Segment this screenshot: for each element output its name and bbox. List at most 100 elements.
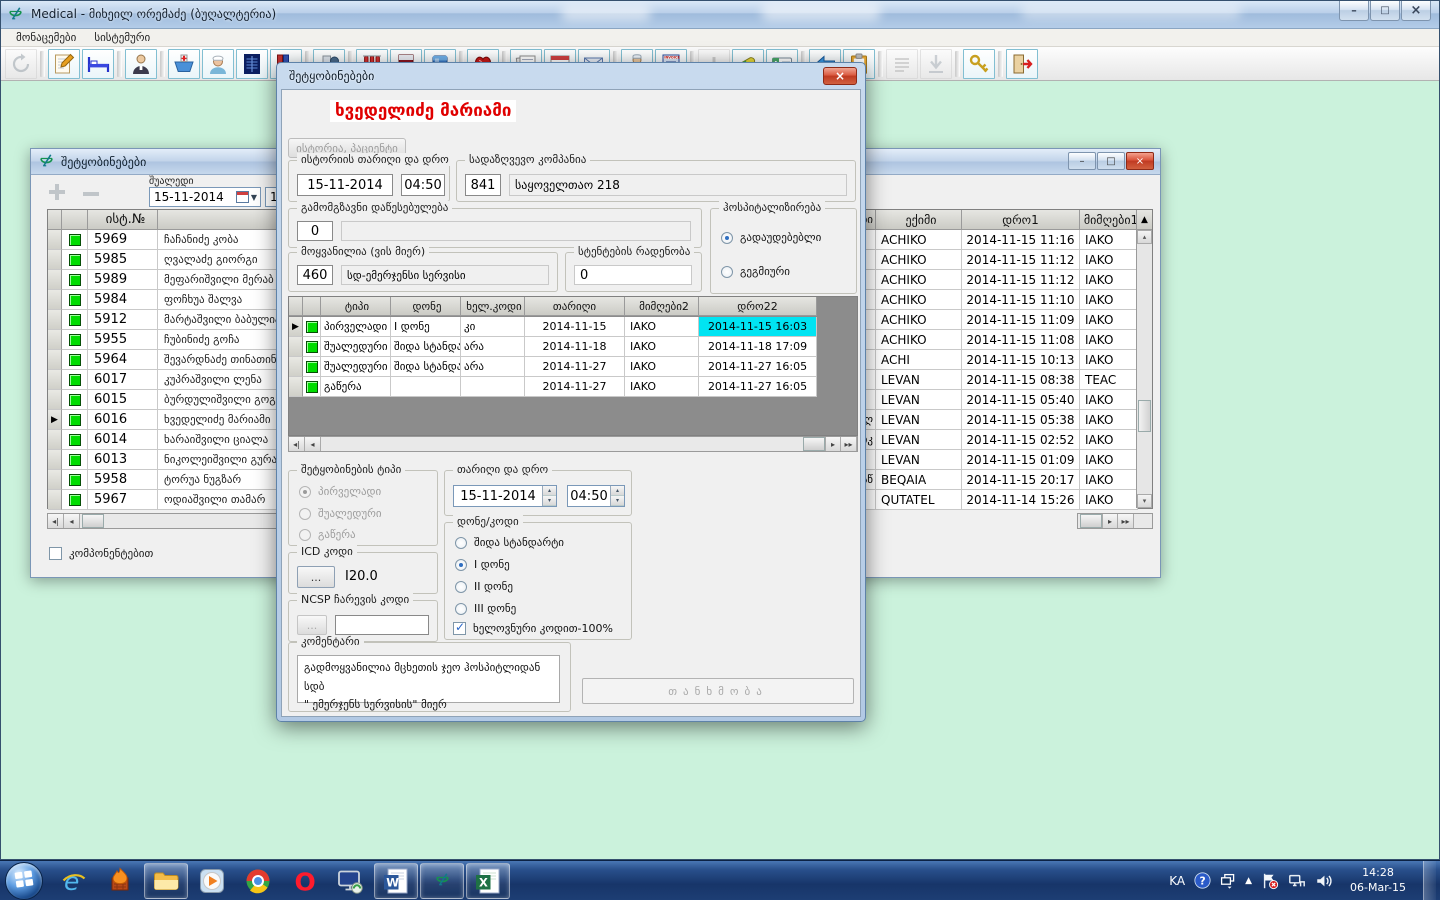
close-button[interactable] bbox=[1401, 1, 1431, 21]
sort-ascending-icon[interactable] bbox=[1137, 210, 1152, 230]
restore-button[interactable] bbox=[1370, 1, 1400, 21]
toolbar-button[interactable] bbox=[878, 51, 883, 77]
brought-by-code-field[interactable]: 460 bbox=[297, 265, 333, 285]
minimize-button[interactable] bbox=[1339, 1, 1369, 21]
radio-internal-standard[interactable]: შიდა სტანდარტი bbox=[455, 536, 564, 549]
scroll-right-icon[interactable]: ▸ bbox=[1102, 514, 1118, 528]
radio-level-3[interactable]: III დონე bbox=[455, 602, 516, 615]
manual-code-checkbox-row[interactable]: ხელოვნური კოდით-100% bbox=[453, 622, 613, 635]
horizontal-scrollbar-right[interactable]: ▸ ▸▸ bbox=[1077, 513, 1153, 529]
date-filter-input[interactable]: 15-11-2014 ▼ bbox=[149, 187, 261, 207]
prescription-icon[interactable] bbox=[48, 49, 80, 79]
language-indicator[interactable]: KA bbox=[1169, 874, 1185, 888]
ie-taskbar-icon[interactable]: e bbox=[52, 863, 96, 899]
radio-level-2[interactable]: II დონე bbox=[455, 580, 513, 593]
firewall-taskbar-icon[interactable] bbox=[98, 863, 142, 899]
refresh-icon[interactable] bbox=[5, 49, 37, 79]
excel-taskbar-icon[interactable]: X bbox=[466, 863, 510, 899]
list-icon[interactable] bbox=[886, 49, 918, 79]
stents-count-field[interactable]: 0 bbox=[574, 265, 692, 285]
column-receiver1[interactable]: მიმღები1 bbox=[1080, 210, 1138, 230]
scroll-thumb[interactable] bbox=[1080, 514, 1102, 528]
column-history-number[interactable]: ისტ.№ bbox=[88, 210, 158, 230]
column-level[interactable]: დონე bbox=[391, 297, 461, 316]
radio-level-1[interactable]: I დონე bbox=[455, 558, 510, 571]
toolbar-button[interactable] bbox=[160, 51, 165, 77]
clock[interactable]: 14:28 06-Mar-15 bbox=[1342, 866, 1414, 895]
column-receiver2[interactable]: მიმღები2 bbox=[625, 297, 699, 316]
column-date[interactable]: თარიღი bbox=[525, 297, 625, 316]
keys-icon[interactable] bbox=[963, 49, 995, 79]
table-row[interactable]: შუალედური შიდა სტანდარტი არა 2014-11-27 … bbox=[289, 357, 857, 377]
vertical-scrollbar[interactable] bbox=[1136, 210, 1152, 508]
radio-urgent[interactable]: გადაუდებებლი bbox=[721, 231, 821, 244]
scroll-home-icon[interactable]: ◂| bbox=[289, 437, 305, 451]
scroll-left-icon[interactable]: ◂ bbox=[64, 514, 80, 528]
medical-taskbar-icon[interactable] bbox=[420, 863, 464, 899]
add-button[interactable] bbox=[43, 179, 71, 205]
remove-button[interactable] bbox=[77, 179, 105, 205]
word-taskbar-icon[interactable]: W bbox=[374, 863, 418, 899]
column-time1[interactable]: დრო1 bbox=[962, 210, 1080, 230]
show-desktop-button[interactable] bbox=[1423, 861, 1436, 900]
scroll-end-icon[interactable]: ▸▸ bbox=[1118, 514, 1134, 528]
history-time-field[interactable]: 04:50 bbox=[401, 174, 445, 196]
remote-taskbar-icon[interactable] bbox=[328, 863, 372, 899]
hospital-bed-icon[interactable] bbox=[82, 49, 114, 79]
components-checkbox[interactable] bbox=[49, 547, 62, 560]
toolbar-button[interactable] bbox=[117, 51, 122, 77]
agree-button[interactable]: თანხმობა bbox=[582, 678, 854, 704]
scroll-left-icon[interactable]: ◂ bbox=[305, 437, 321, 451]
help-icon[interactable]: ? bbox=[1194, 872, 1211, 889]
explorer-taskbar-icon[interactable] bbox=[144, 863, 188, 899]
scroll-down-icon[interactable] bbox=[1137, 494, 1152, 508]
column-doctor[interactable]: ექიმი bbox=[876, 210, 962, 230]
column-time22[interactable]: დრო22 bbox=[699, 297, 817, 316]
start-button[interactable] bbox=[5, 862, 43, 900]
sender-code-field[interactable]: 0 bbox=[297, 221, 333, 241]
download-icon[interactable] bbox=[920, 49, 952, 79]
xray-icon[interactable] bbox=[236, 49, 268, 79]
comment-textarea[interactable]: გადმოყვანილია მცხეთის ჯეო ჰოსპიტლიდან სდ… bbox=[297, 655, 560, 703]
ncsp-code-field[interactable] bbox=[335, 615, 429, 635]
wmp-taskbar-icon[interactable] bbox=[190, 863, 234, 899]
column-type[interactable]: ტიპი bbox=[321, 297, 391, 316]
ncsp-browse-button[interactable]: ... bbox=[297, 615, 327, 635]
exit-door-icon[interactable] bbox=[1006, 49, 1038, 79]
close-button[interactable]: × bbox=[1126, 152, 1154, 170]
table-row[interactable]: გაწერა 2014-11-27 IAKO 2014-11-27 16:05 bbox=[289, 377, 857, 397]
radio-planned[interactable]: გეგმიური bbox=[721, 265, 790, 278]
chrome-taskbar-icon[interactable] bbox=[236, 863, 280, 899]
menu-system[interactable]: სისტემური bbox=[85, 30, 159, 45]
scroll-thumb[interactable] bbox=[82, 514, 104, 528]
patient-icon[interactable] bbox=[125, 49, 157, 79]
spinner-arrows-icon[interactable]: ▴▾ bbox=[610, 486, 624, 506]
maximize-button[interactable]: □ bbox=[1097, 152, 1125, 170]
spinner-arrows-icon[interactable]: ▴▾ bbox=[542, 486, 556, 506]
toolbar-button[interactable] bbox=[955, 51, 960, 77]
show-hidden-icons[interactable]: ▲ bbox=[1245, 876, 1252, 886]
close-button[interactable] bbox=[823, 67, 857, 85]
medicine-basket-icon[interactable] bbox=[168, 49, 200, 79]
scroll-end-icon[interactable]: ▸▸ bbox=[841, 437, 857, 451]
volume-icon[interactable] bbox=[1315, 872, 1333, 890]
action-center-flag-icon[interactable] bbox=[1261, 872, 1279, 890]
insurance-code-field[interactable]: 841 bbox=[465, 174, 501, 196]
network-icon[interactable] bbox=[1288, 872, 1306, 890]
nurse-icon[interactable] bbox=[202, 49, 234, 79]
horizontal-scrollbar[interactable]: ◂| ◂ bbox=[47, 513, 277, 529]
menu-data[interactable]: მონაცემები bbox=[7, 30, 85, 45]
minimize-button[interactable]: – bbox=[1068, 152, 1096, 170]
toolbar-button[interactable] bbox=[998, 51, 1003, 77]
table-row[interactable]: პირველადი I დონე კი 2014-11-15 IAKO 2014… bbox=[289, 317, 857, 337]
scroll-up-icon[interactable] bbox=[1137, 230, 1152, 244]
time-spinner[interactable]: 04:50 ▴▾ bbox=[567, 485, 625, 507]
table-row[interactable]: შუალედური შიდა სტანდარტი არა 2014-11-18 … bbox=[289, 337, 857, 357]
scroll-thumb[interactable] bbox=[1138, 400, 1151, 432]
history-date-field[interactable]: 15-11-2014 bbox=[297, 174, 393, 196]
layout-icon[interactable] bbox=[1220, 873, 1236, 889]
date-spinner[interactable]: 15-11-2014 ▴▾ bbox=[453, 485, 557, 507]
scroll-thumb[interactable] bbox=[803, 437, 825, 451]
icd-browse-button[interactable]: ... bbox=[297, 566, 335, 588]
opera-taskbar-icon[interactable]: O bbox=[282, 863, 326, 899]
